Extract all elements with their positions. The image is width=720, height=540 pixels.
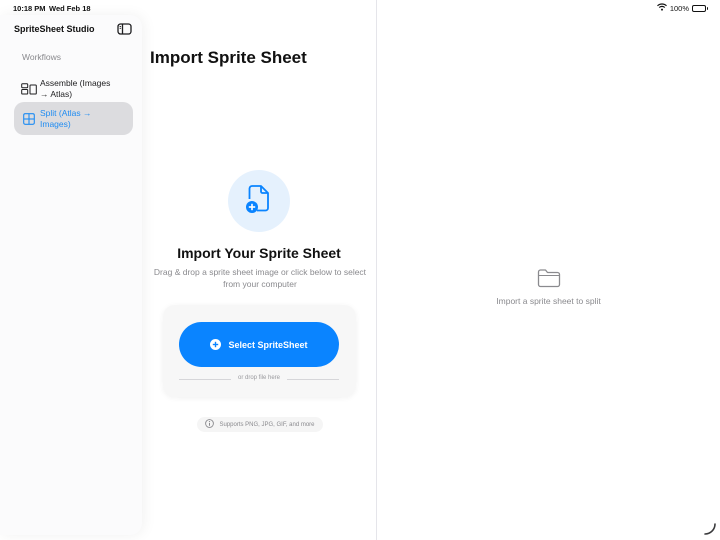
divider-line xyxy=(287,379,339,380)
info-icon xyxy=(205,419,215,430)
wifi-icon xyxy=(656,3,667,13)
sidebar-item-split[interactable]: Split (Atlas → Images) xyxy=(14,102,133,135)
empty-state-label: Import a sprite sheet to split xyxy=(496,296,601,306)
import-description: Drag & drop a sprite sheet image or clic… xyxy=(153,267,367,289)
drop-hint-row: or drop file here xyxy=(179,375,339,384)
drop-hint: or drop file here xyxy=(237,375,281,381)
status-time: 10:18 PM xyxy=(13,4,46,13)
status-bar: 10:18 PM Wed Feb 18 100% xyxy=(0,0,720,16)
supported-formats-note: Supports PNG, JPG, GIF, and more xyxy=(197,417,323,432)
sidebar-item-label: Assemble (Images → Atlas) xyxy=(40,77,111,99)
sidebar: SpriteSheet Studio Workflows Assemble (I… xyxy=(0,15,142,535)
battery-percent: 100% xyxy=(669,3,689,13)
import-heading: Import Your Sprite Sheet xyxy=(177,245,341,261)
app-title: SpriteSheet Studio xyxy=(14,24,95,34)
folder-icon xyxy=(537,268,561,293)
import-illustration xyxy=(228,170,290,232)
page-title: Import Sprite Sheet xyxy=(150,48,307,67)
pane-divider xyxy=(376,0,377,540)
status-date: Wed Feb 18 xyxy=(49,4,91,13)
document-add-icon xyxy=(244,183,274,220)
select-button-label: Select SpriteSheet xyxy=(228,339,308,350)
sidebar-toggle-icon[interactable] xyxy=(117,22,132,35)
battery-icon xyxy=(692,4,708,12)
supports-text: Supports PNG, JPG, GIF, and more xyxy=(219,421,315,428)
plus-circle-icon xyxy=(210,339,222,350)
section-label-workflows: Workflows xyxy=(22,52,62,62)
sidebar-item-assemble[interactable]: Assemble (Images → Atlas) xyxy=(14,72,133,105)
assemble-icon xyxy=(20,82,38,95)
grid-icon xyxy=(20,112,38,125)
resize-handle-icon[interactable] xyxy=(703,522,717,540)
select-spritesheet-button[interactable]: Select SpriteSheet xyxy=(179,322,339,367)
status-indicators: 100% xyxy=(656,3,708,13)
sidebar-item-label: Split (Atlas → Images) xyxy=(40,107,92,129)
